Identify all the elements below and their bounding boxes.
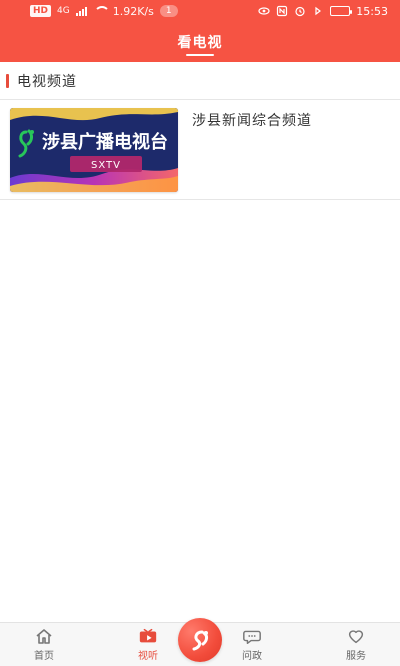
channel-name[interactable]: 涉县新闻综合频道 — [192, 110, 312, 130]
status-bar: HD 4G 1.92K/s 1 15:53 — [0, 0, 400, 22]
nav-label-video: 视听 — [138, 651, 158, 662]
nav-item-home[interactable]: 首页 — [16, 627, 72, 662]
channel-item[interactable]: 涉县广播电视台 SXTV 涉县新闻综合频道 — [0, 100, 400, 200]
channel-thumbnail-subtitle: SXTV — [91, 160, 121, 171]
section-title: 电视频道 — [17, 73, 77, 90]
nav-item-services[interactable]: 服务 — [328, 627, 384, 662]
section-accent-bar — [6, 73, 9, 88]
app-root: HD 4G 1.92K/s 1 15:53 看电视 电视频道 涉县广播电视台 S… — [0, 0, 400, 666]
signal-icon — [75, 6, 87, 16]
tab-watch-tv[interactable]: 看电视 — [178, 32, 223, 52]
nav-label-home: 首页 — [34, 651, 54, 662]
app-header: HD 4G 1.92K/s 1 15:53 看电视 — [0, 0, 400, 62]
tab-underline — [186, 54, 214, 56]
status-left: HD 4G 1.92K/s 1 — [30, 5, 178, 18]
nav-item-questions[interactable]: 问政 — [224, 627, 280, 662]
status-right: 15:53 — [258, 5, 388, 18]
center-logo-button[interactable] — [178, 618, 222, 662]
network-label: 4G — [57, 6, 70, 16]
home-icon — [34, 627, 54, 645]
heart-icon — [346, 627, 366, 645]
status-time: 15:53 — [356, 4, 388, 18]
hd-badge: HD — [30, 5, 52, 17]
channel-thumbnail[interactable]: 涉县广播电视台 SXTV — [10, 108, 178, 192]
eye-icon — [258, 5, 270, 17]
wifi-icon — [93, 6, 110, 16]
section-header-tv-channels: 电视频道 — [0, 62, 400, 100]
notification-pill: 1 — [159, 5, 178, 17]
chat-icon — [242, 627, 262, 645]
nav-label-questions: 问政 — [242, 651, 262, 662]
nfc-icon — [276, 5, 288, 17]
channel-thumbnail-art: 涉县广播电视台 SXTV — [10, 108, 178, 192]
nav-label-services: 服务 — [346, 651, 366, 662]
status-icons: 15:53 — [258, 5, 388, 18]
net-speed: 1.92K/s — [112, 4, 154, 18]
alarm-icon — [294, 5, 306, 17]
bluetooth-icon — [312, 5, 324, 17]
logo-icon — [192, 630, 208, 651]
bottom-navigation: 首页 视听 问政 服务 — [0, 618, 400, 666]
top-tabbar: 看电视 — [0, 22, 400, 62]
channel-thumbnail-title: 涉县广播电视台 — [42, 131, 168, 153]
battery-icon — [330, 6, 353, 16]
video-icon — [138, 627, 158, 645]
nav-item-video[interactable]: 视听 — [120, 627, 176, 662]
